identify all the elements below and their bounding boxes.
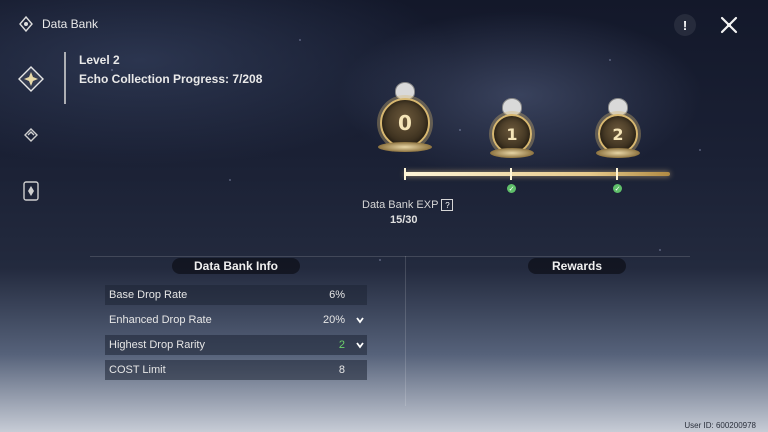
info-row-cost-limit: COST Limit 8: [105, 360, 367, 380]
sidebar-item-echo[interactable]: [16, 120, 46, 150]
pedestal: [378, 142, 432, 152]
exp-label: Data Bank EXP: [362, 199, 439, 211]
close-button[interactable]: [718, 14, 740, 36]
level-title: Level 2: [79, 53, 120, 67]
help-icon: !: [682, 17, 688, 33]
claimed-check-icon: ✓: [507, 184, 516, 193]
exp-value: 15/30: [390, 214, 418, 226]
app-title: Data Bank: [42, 17, 99, 31]
sidebar-divider: [64, 52, 66, 104]
pedestal: [596, 148, 640, 158]
chevron-down-icon[interactable]: [355, 340, 365, 350]
layers-icon: [24, 128, 38, 142]
exp-help-icon[interactable]: ?: [441, 199, 454, 211]
data-bank-logo-icon: [18, 15, 34, 33]
info-label: Highest Drop Rarity: [109, 339, 205, 351]
info-value: 20%: [322, 314, 345, 326]
section-divider-vertical: [405, 256, 406, 406]
section-divider: [90, 256, 690, 257]
card-icon: [23, 181, 39, 201]
info-label: COST Limit: [109, 364, 166, 376]
milestone-1[interactable]: 1: [490, 98, 534, 158]
info-panel-title: Data Bank Info: [172, 258, 300, 274]
claimed-check-icon: ✓: [613, 184, 622, 193]
track-tick: [510, 168, 512, 180]
info-row-enhanced-drop-rate[interactable]: Enhanced Drop Rate 20%: [105, 310, 367, 330]
app-header: Data Bank: [18, 15, 99, 33]
user-id: User ID: 600200978: [684, 421, 756, 430]
pedestal: [490, 148, 534, 158]
sidebar-item-card[interactable]: [16, 176, 46, 206]
milestone-badge: 0: [380, 98, 430, 148]
info-row-base-drop-rate: Base Drop Rate 6%: [105, 285, 367, 305]
diamond-star-icon: [18, 66, 44, 92]
info-row-highest-drop-rarity[interactable]: Highest Drop Rarity 2: [105, 335, 367, 355]
sidebar: [16, 64, 46, 206]
milestone-0[interactable]: 0: [378, 82, 432, 152]
info-label: Enhanced Drop Rate: [109, 314, 212, 326]
close-icon: [720, 16, 738, 34]
track-tick: [616, 168, 618, 180]
info-value: 6%: [329, 289, 345, 301]
sidebar-item-data-bank[interactable]: [16, 64, 46, 94]
echo-collection-progress: Echo Collection Progress: 7/208: [79, 72, 263, 86]
info-label: Base Drop Rate: [109, 289, 188, 301]
track-tick: [404, 168, 406, 180]
info-value: 8: [338, 364, 345, 376]
chevron-down-icon[interactable]: [355, 315, 365, 325]
rewards-panel-title: Rewards: [528, 258, 626, 274]
info-value: 2: [338, 339, 345, 351]
exp-label-group: Data Bank EXP ?: [362, 199, 454, 211]
exp-progress-track: [404, 172, 670, 176]
help-button[interactable]: !: [674, 14, 696, 36]
milestone-2[interactable]: 2: [596, 98, 640, 158]
